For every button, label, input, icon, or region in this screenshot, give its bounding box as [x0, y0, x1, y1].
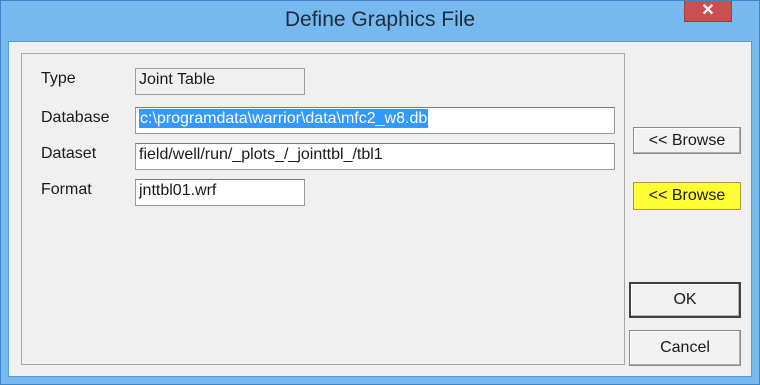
- ok-button[interactable]: OK: [629, 282, 741, 318]
- title-bar[interactable]: Define Graphics File ✕: [1, 1, 759, 41]
- database-field[interactable]: c:\programdata\warrior\data\mfc2_w8.db: [135, 107, 615, 134]
- dataset-field[interactable]: field/well/run/_plots_/_jointtbl_/tbl1: [135, 143, 615, 170]
- file-details-group: Type Joint Table Database c:\programdata…: [21, 53, 625, 365]
- format-field[interactable]: jnttbl01.wrf: [135, 179, 305, 206]
- cancel-button[interactable]: Cancel: [629, 330, 741, 366]
- close-button[interactable]: ✕: [684, 1, 732, 22]
- dialog-title: Define Graphics File: [284, 8, 476, 31]
- dialog-window: Define Graphics File ✕ Type Joint Table …: [0, 0, 760, 385]
- browse-format-button[interactable]: << Browse: [633, 182, 741, 210]
- close-icon: ✕: [701, 2, 715, 19]
- database-label: Database: [41, 109, 110, 126]
- dialog-body: Type Joint Table Database c:\programdata…: [8, 41, 752, 377]
- type-field: Joint Table: [135, 68, 305, 95]
- database-value: c:\programdata\warrior\data\mfc2_w8.db: [139, 109, 429, 128]
- browse-database-button[interactable]: << Browse: [633, 127, 741, 154]
- format-label: Format: [41, 181, 92, 198]
- dataset-label: Dataset: [41, 145, 97, 162]
- type-label: Type: [41, 70, 76, 87]
